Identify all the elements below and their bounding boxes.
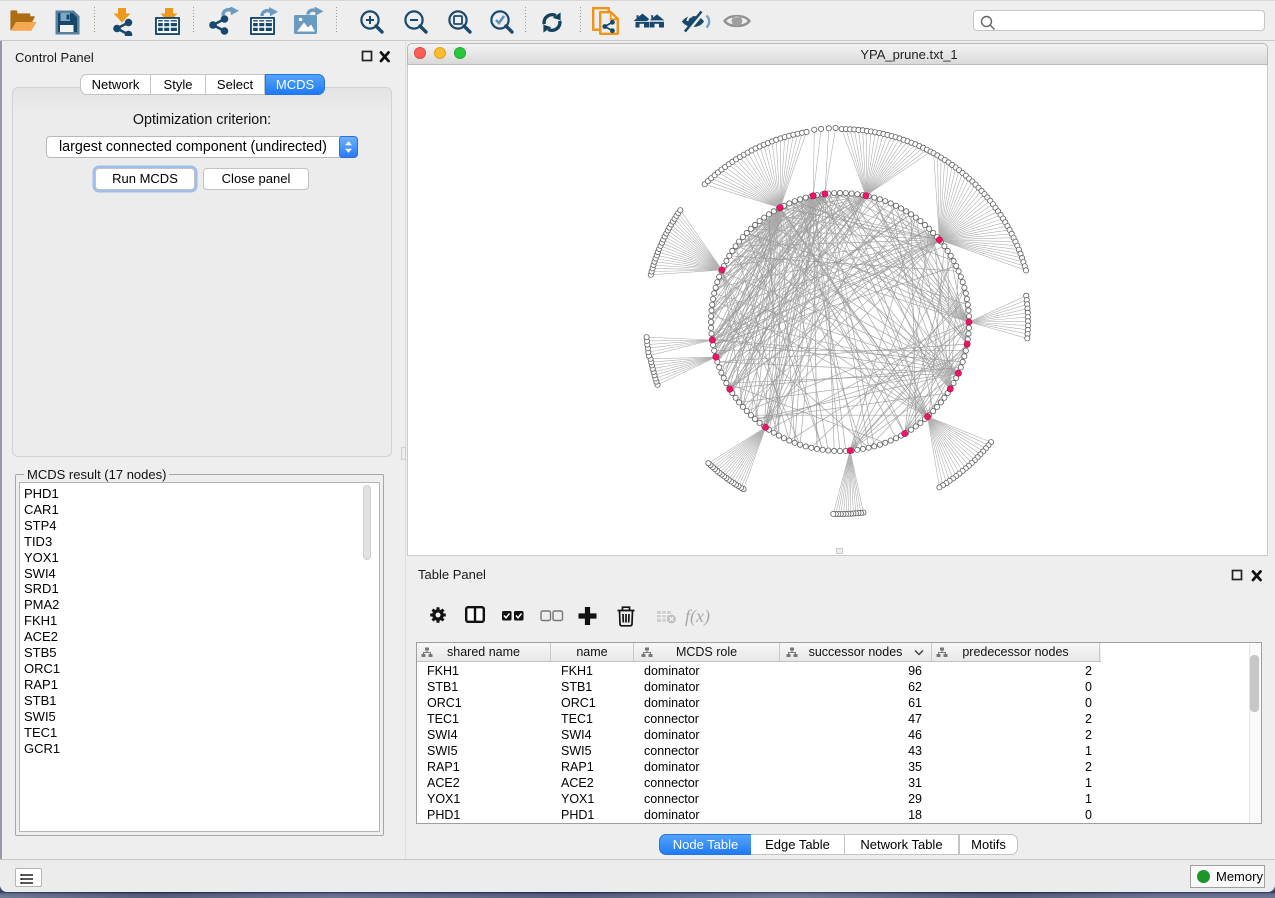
svg-text:f(x): f(x) [685,606,710,627]
